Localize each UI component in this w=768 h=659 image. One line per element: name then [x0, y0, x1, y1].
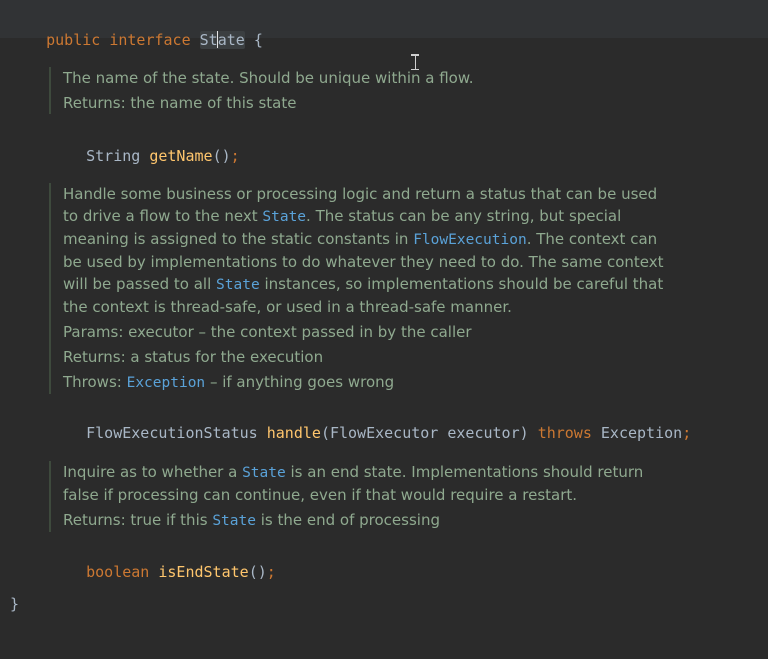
semicolon: ; [230, 147, 240, 165]
throws-keyword: throws [537, 424, 592, 442]
params: () [212, 147, 231, 165]
code-editor[interactable]: public interface State { The name of the… [0, 0, 768, 659]
open-brace: { [253, 31, 263, 49]
doc-params: Params: executor – the context passed in… [63, 323, 472, 341]
method-name: isEndState [158, 563, 249, 581]
method-name: getName [149, 147, 213, 165]
params: () [248, 563, 267, 581]
params: (FlowExecutor executor) [320, 424, 529, 442]
method-isendstate[interactable]: boolean isEndState(); [50, 542, 276, 602]
doc-returns: Returns: true if this State is the end o… [63, 511, 440, 529]
interface-keyword: interface [109, 31, 191, 49]
method-getname[interactable]: String getName(); [50, 126, 240, 186]
exception-type: Exception [600, 424, 683, 442]
method-name: handle [266, 424, 321, 442]
semicolon: ; [266, 563, 276, 581]
semicolon: ; [682, 424, 692, 442]
doc-link-state[interactable]: State [212, 513, 256, 529]
interface-name[interactable]: State [199, 31, 245, 49]
doc-link-state[interactable]: State [262, 209, 306, 225]
javadoc-getname: The name of the state. Should be unique … [49, 67, 663, 114]
doc-description: Inquire as to whether a State is an end … [63, 463, 644, 504]
doc-returns: Returns: a status for the execution [63, 348, 324, 366]
interface-declaration[interactable]: public interface State { [10, 10, 263, 70]
doc-returns: Returns: the name of this state [63, 94, 297, 112]
close-brace: } [10, 595, 20, 613]
doc-description: Handle some business or processing logic… [63, 185, 664, 316]
doc-link-state[interactable]: State [242, 465, 286, 481]
doc-link-flowexecution[interactable]: FlowExecution [413, 232, 527, 248]
return-type: FlowExecutionStatus [86, 424, 258, 442]
doc-throws: Throws: Exception – if anything goes wro… [63, 373, 395, 391]
return-type: String [86, 147, 141, 165]
return-type: boolean [86, 563, 150, 581]
doc-link-exception[interactable]: Exception [127, 375, 206, 391]
javadoc-isendstate: Inquire as to whether a State is an end … [49, 461, 663, 532]
doc-link-state[interactable]: State [216, 277, 260, 293]
doc-description: The name of the state. Should be unique … [63, 69, 474, 87]
javadoc-handle: Handle some business or processing logic… [49, 183, 673, 394]
method-handle[interactable]: FlowExecutionStatus handle(FlowExecutor … [50, 403, 691, 463]
public-keyword: public [46, 31, 101, 49]
